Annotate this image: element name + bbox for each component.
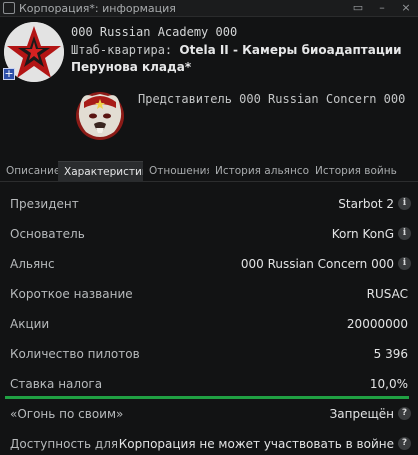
- tab-war-history[interactable]: История войнь: [309, 161, 418, 182]
- row-ticker: Короткое название RUSAC: [0, 280, 418, 310]
- tax-rate-label: Ставка налога: [10, 377, 103, 391]
- window-icon: [3, 2, 15, 14]
- alliance-value[interactable]: 000 Russian Concern 000: [241, 257, 394, 271]
- ticker-value: RUSAC: [366, 287, 408, 301]
- headquarters-label: Штаб-квартира:: [71, 43, 180, 57]
- attributes-list: Президент Starbot 2 i Основатель Korn Ko…: [0, 190, 418, 455]
- window-controls: ▭ – ×: [352, 2, 412, 14]
- tab-bar: Описание Характеристик Отношения История…: [0, 161, 418, 182]
- headquarters: Штаб-квартира: Otela II - Камеры биоадап…: [71, 42, 416, 76]
- title-bar[interactable]: Корпорация*: информация ▭ – ×: [0, 0, 418, 17]
- close-icon[interactable]: ×: [400, 2, 412, 14]
- help-icon[interactable]: ?: [398, 437, 411, 450]
- row-founder: Основатель Korn KonG i: [0, 220, 418, 250]
- row-shares: Акции 20000000: [0, 310, 418, 340]
- info-icon[interactable]: i: [398, 257, 411, 270]
- ticker-label: Короткое название: [10, 287, 133, 301]
- info-icon[interactable]: i: [398, 227, 411, 240]
- row-friendly-fire: «Огонь по своим» Запрещён ?: [0, 400, 418, 430]
- tab-alliance-history[interactable]: История альянсо: [209, 161, 309, 182]
- member-count-value: 5 396: [373, 347, 408, 361]
- compact-mode-icon[interactable]: ▭: [352, 2, 364, 14]
- alliance-logo[interactable]: [70, 84, 130, 144]
- tab-description[interactable]: Описание: [0, 161, 58, 182]
- alliance-label: Альянс: [10, 257, 55, 271]
- member-count-label: Количество пилотов: [10, 347, 140, 361]
- shares-value: 20000000: [346, 317, 408, 331]
- add-contact-icon[interactable]: +: [3, 68, 15, 80]
- tax-rate-bar: [5, 396, 409, 399]
- alliance-representative[interactable]: Представитель 000 Russian Concern 000: [138, 92, 405, 106]
- corporation-name[interactable]: 000 Russian Academy 000: [71, 25, 237, 39]
- row-war-eligibility: Доступность для уча Корпорация не может …: [0, 430, 418, 455]
- minimize-icon[interactable]: –: [376, 2, 388, 14]
- president-label: Президент: [10, 197, 79, 211]
- bear-logo-icon: [76, 92, 124, 140]
- tab-attributes[interactable]: Характеристик: [58, 161, 143, 182]
- row-tax-rate: Ставка налога 10,0%: [0, 370, 418, 400]
- row-member-count: Количество пилотов 5 396: [0, 340, 418, 370]
- row-alliance: Альянс 000 Russian Concern 000 i: [0, 250, 418, 280]
- tax-rate-value: 10,0%: [369, 377, 408, 391]
- friendly-fire-label: «Огонь по своим»: [10, 407, 124, 421]
- row-president: Президент Starbot 2 i: [0, 190, 418, 220]
- founder-value[interactable]: Korn KonG: [332, 227, 394, 241]
- corporation-info-window: Корпорация*: информация ▭ – × + 000 Russ…: [0, 0, 418, 455]
- president-value[interactable]: Starbot 2: [338, 197, 394, 211]
- tab-relations[interactable]: Отношения: [143, 161, 209, 182]
- info-icon[interactable]: i: [398, 197, 411, 210]
- friendly-fire-value: Запрещён: [329, 407, 394, 421]
- shares-label: Акции: [10, 317, 50, 331]
- help-icon[interactable]: ?: [398, 407, 411, 420]
- war-eligibility-value: Корпорация не может участвовать в войне: [116, 437, 394, 451]
- founder-label: Основатель: [10, 227, 85, 241]
- window-title: Корпорация*: информация: [19, 1, 176, 15]
